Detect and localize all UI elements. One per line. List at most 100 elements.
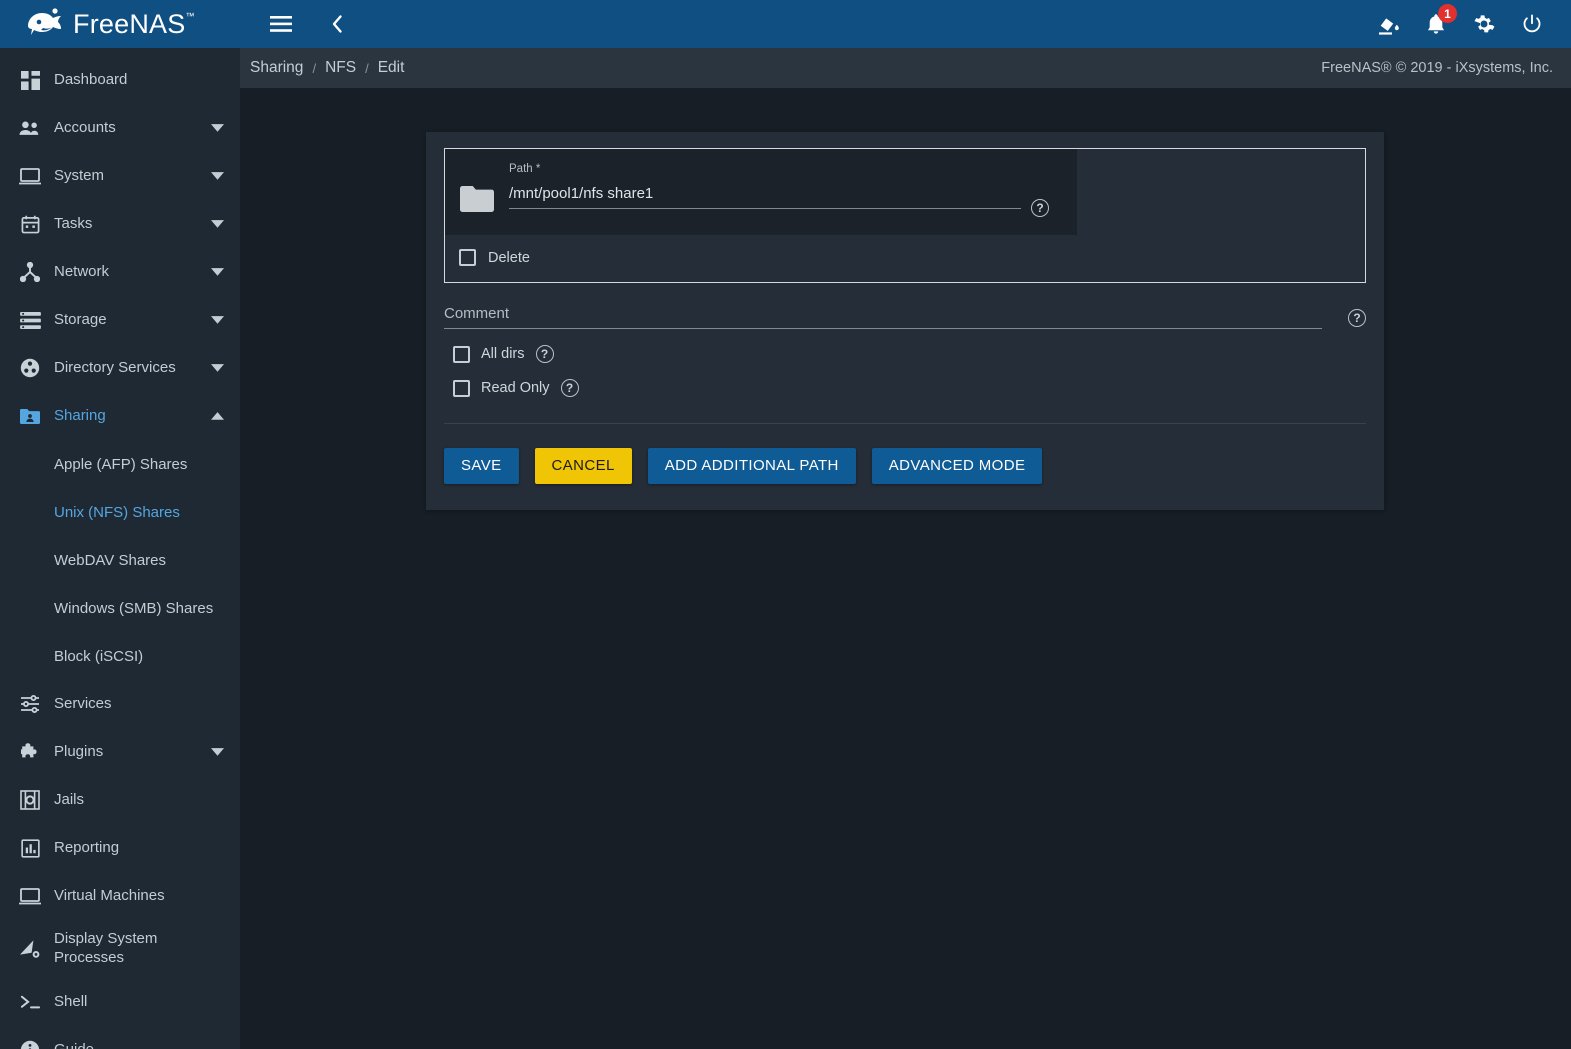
read-only-checkbox[interactable] [453, 379, 470, 397]
settings-gear-icon[interactable] [1467, 7, 1501, 41]
sidebar-item-label: Guide [48, 1041, 226, 1049]
sidebar-item-label: Sharing [54, 406, 106, 424]
system-icon [12, 167, 48, 185]
help-circle-icon[interactable]: ? [560, 379, 579, 397]
sidebar-item-accounts[interactable]: Accounts [0, 104, 240, 152]
path-input[interactable] [509, 185, 1021, 202]
breadcrumb: Sharing / NFS / Edit [250, 59, 404, 77]
sidebar-item-apple-afp-shares[interactable]: Apple (AFP) Shares [0, 440, 240, 488]
chevron-down-icon[interactable] [208, 219, 226, 229]
all-dirs-checkbox[interactable] [453, 345, 470, 363]
network-icon [12, 262, 48, 282]
chevron-down-icon[interactable] [208, 363, 226, 373]
sidebar-item-sharing[interactable]: Sharing [0, 392, 240, 440]
comment-help-wrapper: ? [1322, 309, 1366, 329]
cancel-button[interactable]: CANCEL [534, 448, 632, 484]
breadcrumb-separator: / [312, 60, 317, 76]
all-dirs-row: All dirs ? [444, 329, 1366, 363]
main-area: 1 Sharing / NFS / Edit FreeNAS® © 2019 -… [240, 0, 1571, 1049]
freenas-fish-logo-icon [22, 7, 64, 41]
advanced-mode-button[interactable]: ADVANCED MODE [871, 448, 1043, 484]
sidebar-item-unix-nfs-shares[interactable]: Unix (NFS) Shares [0, 488, 240, 536]
path-help-wrapper: ? [1031, 163, 1077, 221]
add-additional-path-button[interactable]: ADD ADDITIONAL PATH [647, 448, 856, 484]
brand-name: FreeNAS™ [73, 8, 195, 39]
delete-checkbox[interactable] [459, 249, 476, 266]
brand-header[interactable]: FreeNAS™ [0, 0, 240, 48]
sidebar-item-system[interactable]: System [0, 152, 240, 200]
chevron-down-icon[interactable] [208, 315, 226, 325]
sidebar-nav: Dashboard Accounts System Tasks Network … [0, 48, 240, 1049]
help-circle-icon[interactable]: ? [535, 345, 554, 363]
power-icon[interactable] [1515, 7, 1549, 41]
path-field: Path * [509, 163, 1031, 209]
sidebar-subitem-label: Block (iSCSI) [54, 647, 144, 665]
chevron-down-icon[interactable] [208, 171, 226, 181]
comment-input-wrapper[interactable] [444, 305, 1322, 329]
save-button[interactable]: SAVE [444, 448, 519, 484]
directory-services-icon [12, 358, 48, 378]
sidebar-item-network[interactable]: Network [0, 248, 240, 296]
chevron-up-icon[interactable] [208, 411, 226, 421]
sidebar-item-storage[interactable]: Storage [0, 296, 240, 344]
sidebar-item-label: Display System Processes [54, 930, 158, 966]
reporting-chart-icon [12, 838, 48, 858]
sidebar: FreeNAS™ Dashboard Accounts System Tasks… [0, 0, 240, 1049]
dashboard-icon [12, 70, 48, 90]
read-only-label: Read Only [481, 380, 550, 396]
services-sliders-icon [12, 694, 48, 714]
folder-icon[interactable] [445, 163, 509, 213]
sidebar-item-jails[interactable]: Jails [0, 776, 240, 824]
topbar-icons: 1 [1371, 4, 1571, 41]
sidebar-item-block-iscsi[interactable]: Block (iSCSI) [0, 632, 240, 680]
sidebar-item-services[interactable]: Services [0, 680, 240, 728]
chevron-left-icon[interactable] [320, 7, 354, 41]
hamburger-menu-icon[interactable] [264, 7, 298, 41]
breadcrumb-separator: / [365, 60, 369, 76]
sidebar-item-plugins[interactable]: Plugins [0, 728, 240, 776]
path-input-wrapper[interactable] [509, 185, 1021, 209]
sidebar-item-reporting[interactable]: Reporting [0, 824, 240, 872]
sidebar-item-label: Plugins [54, 742, 104, 760]
path-label: Path * [509, 163, 541, 175]
system-processes-icon [12, 939, 48, 959]
sharing-folder-icon [12, 408, 48, 425]
chevron-down-icon[interactable] [208, 747, 226, 757]
sidebar-item-label: Virtual Machines [54, 886, 165, 904]
freenas-app-window: FreeNAS™ Dashboard Accounts System Tasks… [0, 0, 1571, 1049]
sidebar-item-tasks[interactable]: Tasks [0, 200, 240, 248]
read-only-row: Read Only ? [444, 363, 1366, 397]
comment-input[interactable] [444, 305, 1322, 322]
sidebar-item-display-system-processes[interactable]: Display System Processes [0, 920, 240, 978]
comment-field [444, 305, 1322, 329]
sidebar-item-label: Shell [54, 992, 88, 1010]
chevron-down-icon[interactable] [208, 267, 226, 277]
help-circle-icon[interactable]: ? [1348, 309, 1366, 327]
breadcrumb-item-sharing[interactable]: Sharing [250, 59, 303, 77]
tasks-calendar-icon [12, 215, 48, 234]
notification-badge: 1 [1438, 4, 1457, 23]
sidebar-item-label: Directory Services [54, 358, 176, 376]
brand-logo: FreeNAS™ [22, 7, 195, 41]
topbar: 1 [240, 0, 1571, 48]
sidebar-item-windows-smb-shares[interactable]: Windows (SMB) Shares [0, 584, 240, 632]
all-dirs-label: All dirs [481, 346, 525, 362]
shell-prompt-icon [12, 993, 48, 1011]
theme-picker-icon[interactable] [1371, 7, 1405, 41]
notifications-bell-icon[interactable]: 1 [1419, 4, 1457, 41]
sidebar-item-guide[interactable]: Guide [0, 1026, 240, 1049]
breadcrumb-item-edit: Edit [377, 59, 405, 76]
sidebar-item-dashboard[interactable]: Dashboard [0, 56, 240, 104]
chevron-down-icon[interactable] [208, 123, 226, 133]
breadcrumb-item-nfs[interactable]: NFS [325, 59, 356, 77]
sidebar-item-webdav-shares[interactable]: WebDAV Shares [0, 536, 240, 584]
sidebar-item-shell[interactable]: Shell [0, 978, 240, 1026]
sidebar-subitem-label: WebDAV Shares [54, 551, 166, 569]
guide-info-icon [12, 1040, 48, 1049]
delete-row: Delete [445, 235, 1365, 282]
help-circle-icon[interactable]: ? [1031, 199, 1049, 217]
plugins-puzzle-icon [12, 742, 48, 762]
sidebar-item-directory-services[interactable]: Directory Services [0, 344, 240, 392]
sidebar-item-virtual-machines[interactable]: Virtual Machines [0, 872, 240, 920]
content-area: Path * ? Delete [240, 88, 1571, 510]
